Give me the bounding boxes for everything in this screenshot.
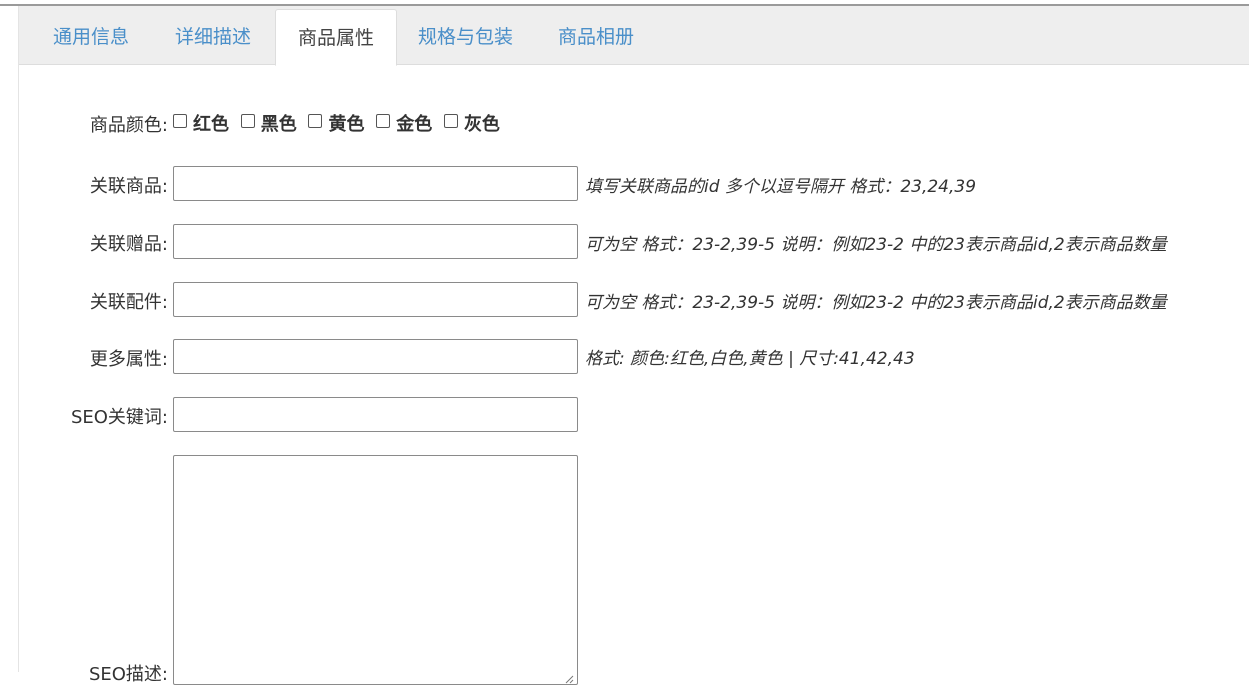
tab-product-attributes[interactable]: 商品属性 (275, 9, 398, 66)
related-goods-label: 关联商品: (89, 176, 168, 197)
parts-hint: 可为空 格式：23-2,39-5 说明：例如23-2 中的23表示商品id,2表… (585, 293, 1167, 313)
left-border (18, 6, 19, 672)
color-name-yellow: 黄色 (328, 114, 365, 135)
color-checkbox-gold[interactable] (376, 114, 391, 128)
color-checkbox-black[interactable] (240, 114, 255, 128)
related-goods-hint: 填写关联商品的id 多个以逗号隔开 格式：23,24,39 (585, 177, 977, 197)
resize-handle-icon[interactable] (564, 674, 574, 684)
tab-spec-packaging[interactable]: 规格与包装 (396, 9, 535, 65)
parts-label: 关联配件: (89, 292, 168, 313)
gift-input[interactable] (173, 224, 578, 259)
tab-general-info[interactable]: 通用信息 (31, 9, 151, 65)
related-goods-input[interactable] (173, 166, 578, 201)
color-name-red: 红色 (193, 114, 229, 135)
color-checkbox-red[interactable] (173, 114, 187, 128)
gift-label: 关联赠品: (89, 234, 168, 255)
seo-keywords-input[interactable] (173, 397, 578, 432)
color-name-gold: 金色 (396, 114, 433, 135)
more-attributes-input[interactable] (173, 339, 578, 374)
tab-product-album[interactable]: 商品相册 (536, 9, 656, 65)
seo-keywords-label: SEO关键词: (70, 407, 168, 428)
more-attributes-label: 更多属性: (89, 349, 168, 370)
color-checkbox-yellow[interactable] (308, 114, 323, 128)
color-checkbox-gray[interactable] (443, 114, 458, 128)
more-attributes-hint: 格式: 颜色:红色,白色,黄色 | 尺寸:41,42,43 (585, 349, 915, 369)
seo-description-textarea[interactable] (173, 455, 578, 685)
parts-input[interactable] (173, 282, 578, 317)
seo-description-label: SEO描述: (88, 664, 168, 685)
color-name-black: 黑色 (260, 114, 297, 135)
color-options: 红色 黑色 黄色 金色 灰色 (173, 110, 506, 136)
color-name-gray: 灰色 (463, 114, 500, 135)
gift-hint: 可为空 格式：23-2,39-5 说明：例如23-2 中的23表示商品id,2表… (585, 235, 1167, 255)
tab-detail-description[interactable]: 详细描述 (153, 9, 273, 65)
tab-bar: 通用信息 详细描述 商品属性 规格与包装 商品相册 (19, 6, 1249, 66)
color-label: 商品颜色: (89, 115, 168, 136)
